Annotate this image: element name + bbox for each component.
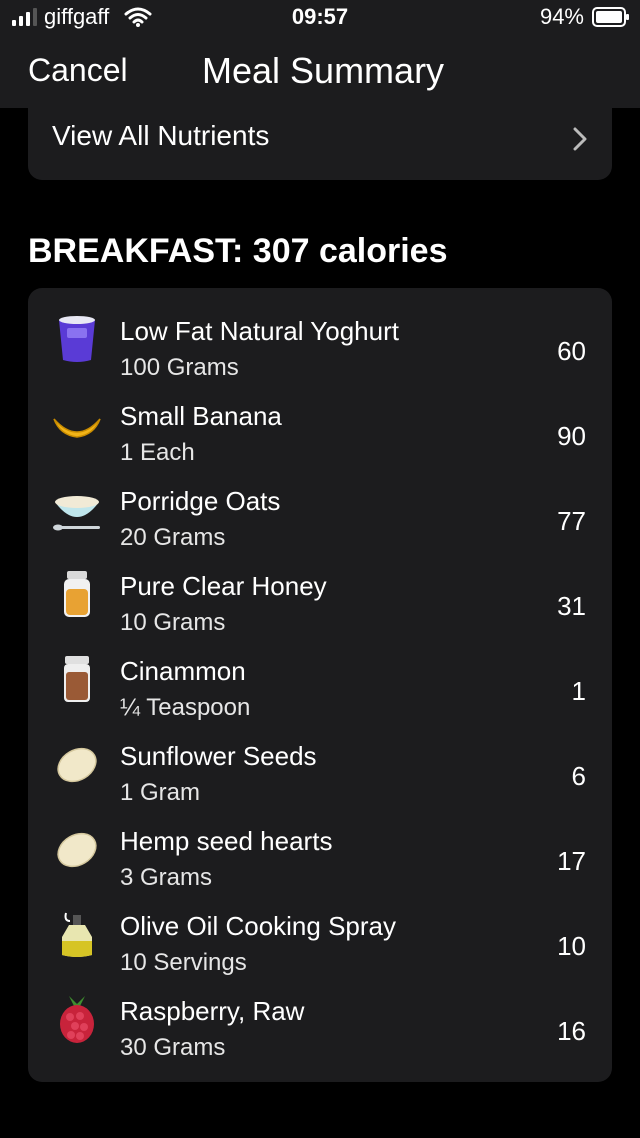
food-name: Low Fat Natural Yoghurt [120, 316, 399, 346]
food-name: Hemp seed hearts [120, 826, 333, 856]
battery-percentage: 94% [539, 4, 584, 29]
spice-jar-icon [64, 656, 90, 702]
food-calories: 1 [571, 676, 586, 706]
food-quantity: 20 Grams [120, 524, 226, 551]
status-bar: giffgaff 09:57 94% [0, 0, 640, 36]
food-item[interactable]: Low Fat Natural Yoghurt 100 Grams 60 [28, 296, 612, 381]
food-calories: 31 [557, 591, 586, 621]
view-all-nutrients-label: View All Nutrients [52, 120, 270, 151]
food-item[interactable]: Raspberry, Raw 30 Grams 16 [28, 976, 612, 1061]
food-item[interactable]: Olive Oil Cooking Spray 10 Servings 10 [28, 891, 612, 976]
food-quantity: 10 Servings [120, 949, 247, 976]
seed-icon [57, 832, 97, 868]
view-all-nutrients-row[interactable]: View All Nutrients [28, 108, 612, 180]
food-quantity: 1 Gram [120, 779, 201, 806]
food-name: Cinammon [120, 656, 246, 686]
page-title: Meal Summary [202, 50, 445, 91]
food-quantity: 100 Grams [120, 354, 239, 381]
banana-icon [53, 418, 101, 438]
food-quantity: 1 Each [120, 439, 195, 466]
food-calories: 6 [571, 761, 586, 791]
food-name: Raspberry, Raw [120, 996, 305, 1026]
food-item[interactable]: Porridge Oats 20 Grams 77 [28, 466, 612, 551]
seed-icon [57, 747, 97, 783]
food-calories: 10 [557, 931, 586, 961]
battery-icon [592, 7, 629, 27]
food-quantity: ¼ Teaspoon [120, 694, 251, 721]
navigation-header: giffgaff 09:57 94% Cancel Meal Summary [0, 0, 640, 108]
food-name: Pure Clear Honey [120, 571, 327, 601]
food-item[interactable]: Cinammon ¼ Teaspoon 1 [28, 636, 612, 721]
food-item[interactable]: Sunflower Seeds 1 Gram 6 [28, 721, 612, 806]
meal-section-heading: BREAKFAST: 307 calories [28, 232, 448, 270]
food-quantity: 3 Grams [120, 864, 213, 891]
food-name: Porridge Oats [120, 486, 281, 516]
raspberry-icon [60, 996, 94, 1043]
yoghurt-icon [59, 316, 95, 362]
food-calories: 77 [557, 506, 586, 536]
olive-oil-icon [62, 912, 92, 957]
food-name: Olive Oil Cooking Spray [120, 911, 396, 941]
food-calories: 90 [557, 421, 586, 451]
food-item[interactable]: Hemp seed hearts 3 Grams 17 [28, 806, 612, 891]
food-quantity: 30 Grams [120, 1034, 226, 1061]
food-list: Low Fat Natural Yoghurt 100 Grams 60 Sma… [28, 288, 612, 1082]
food-calories: 60 [557, 336, 586, 366]
food-calories: 17 [557, 846, 586, 876]
food-quantity: 10 Grams [120, 609, 226, 636]
food-calories: 16 [557, 1016, 586, 1046]
honey-jar-icon [64, 571, 90, 617]
food-name: Small Banana [120, 401, 282, 431]
chevron-right-icon [573, 127, 587, 151]
food-name: Sunflower Seeds [120, 741, 317, 771]
cancel-button[interactable]: Cancel [28, 52, 128, 89]
oats-bowl-icon [53, 496, 100, 531]
food-item[interactable]: Pure Clear Honey 10 Grams 31 [28, 551, 612, 636]
food-item[interactable]: Small Banana 1 Each 90 [28, 381, 612, 466]
